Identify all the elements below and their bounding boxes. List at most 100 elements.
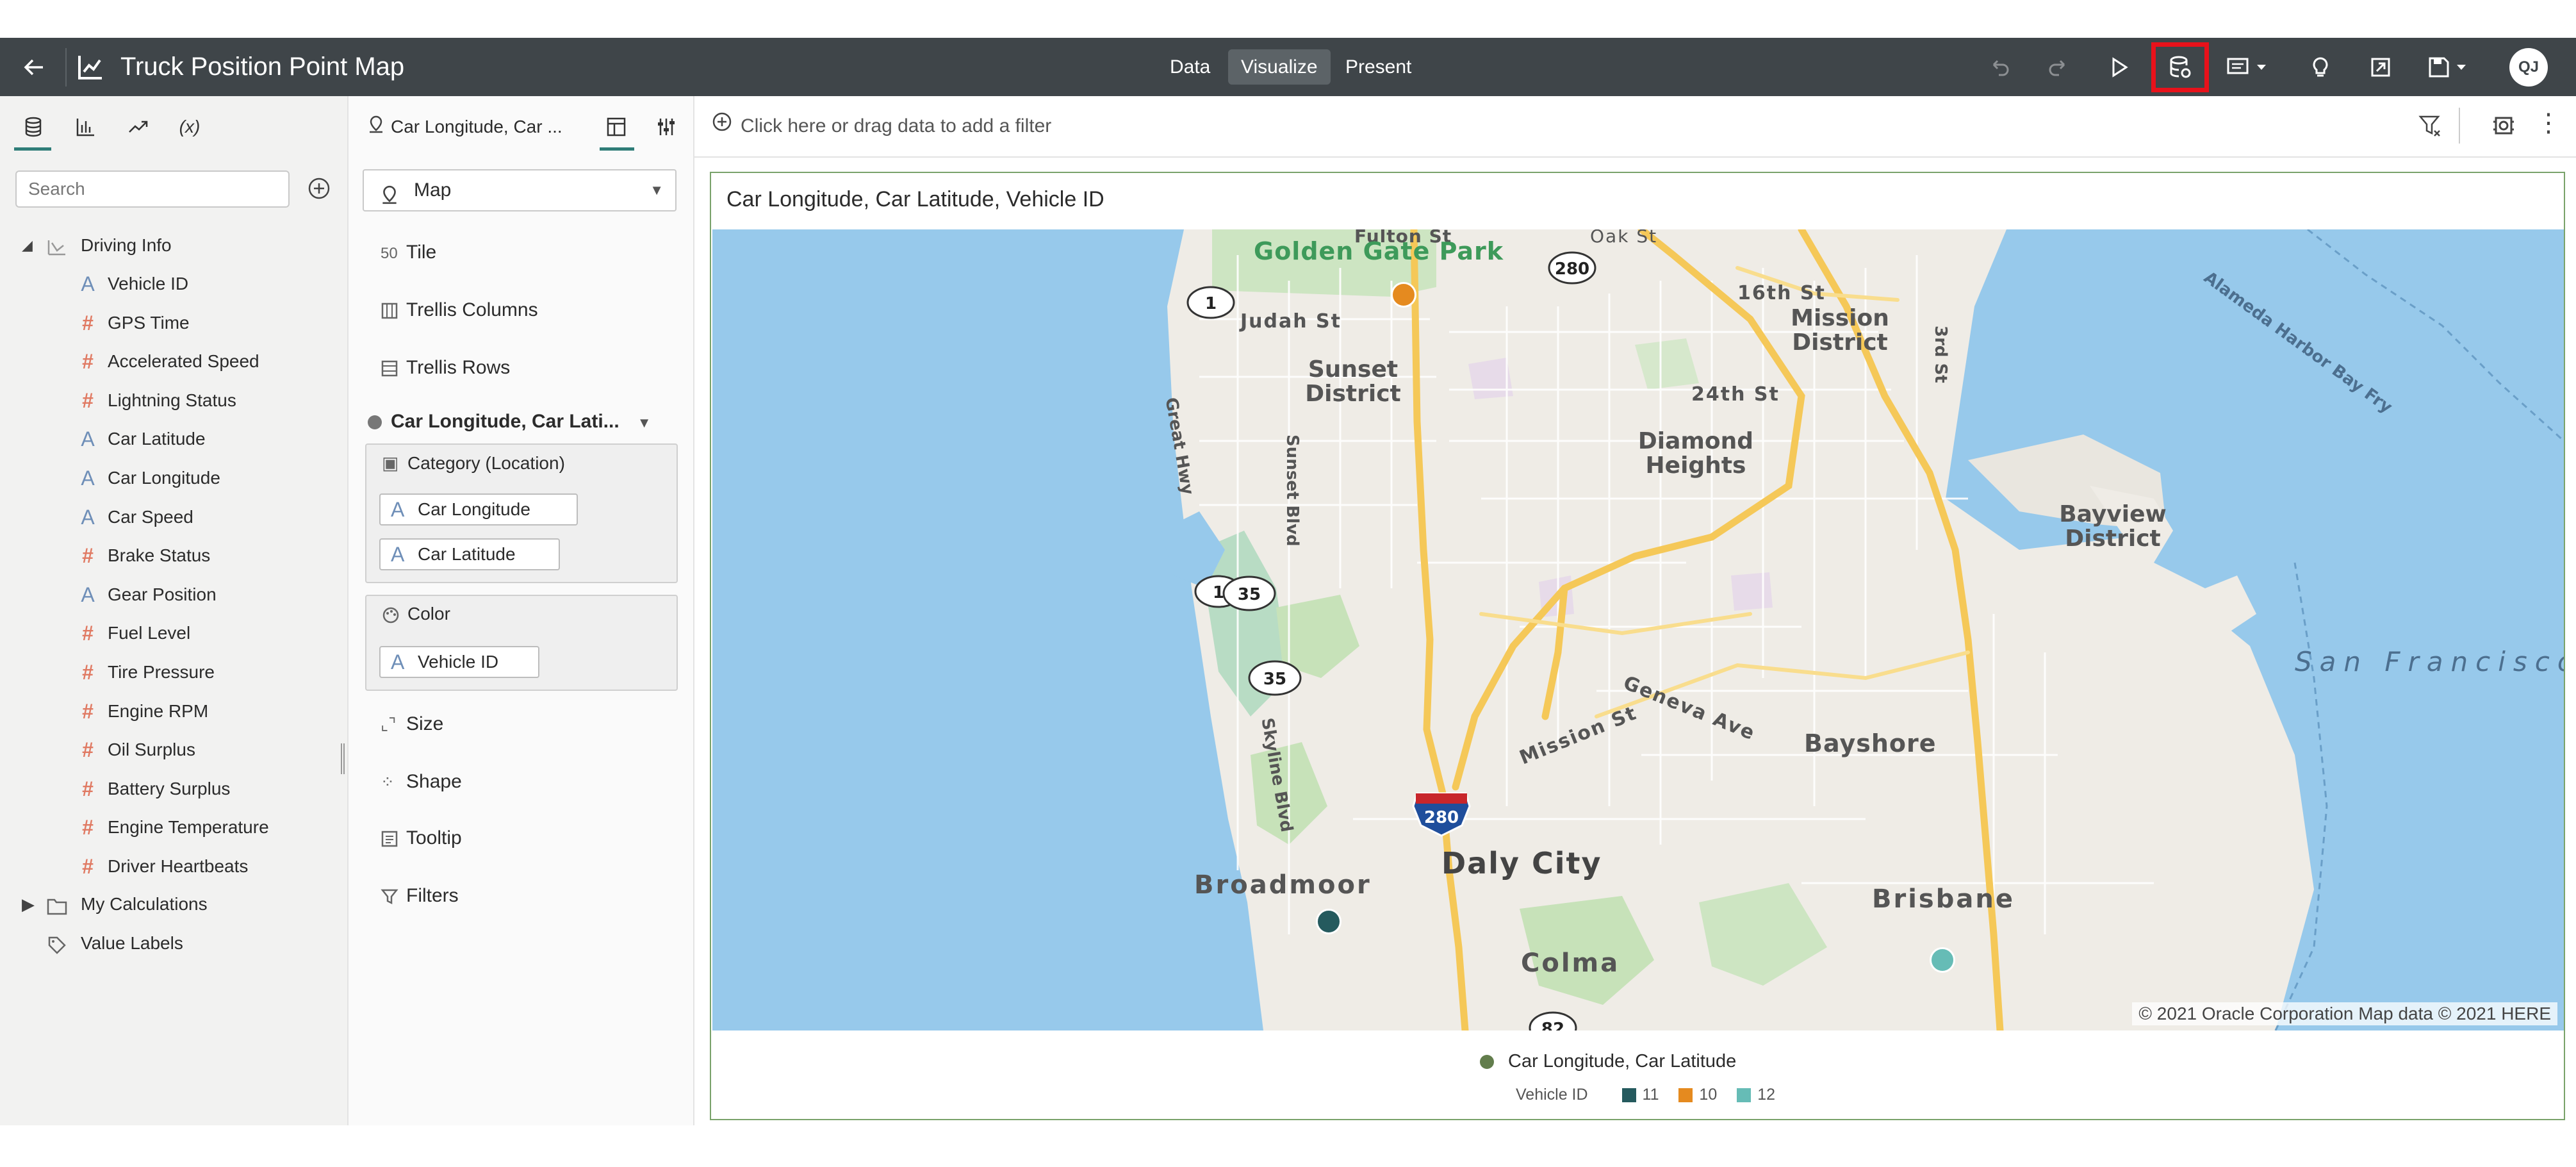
legend-layer: Car Longitude, Car Latitude [1480,1051,1736,1072]
legend-color-title: Vehicle ID [1516,1086,1588,1104]
field-label: Lightning Status [108,390,236,410]
map-point-vehicle-12[interactable] [1930,947,1955,973]
dataset-driving-info[interactable]: ◢ Driving Info [0,228,346,263]
drop-target-shape[interactable]: ⁘ Shape [381,763,462,801]
viz-type-select[interactable]: Map ▼ [363,169,677,211]
save-icon[interactable] [2424,51,2475,84]
drop-target-trellis-rows[interactable]: Trellis Rows [381,349,510,387]
tab-present[interactable]: Present [1333,49,1424,85]
drop-target-trellis-columns[interactable]: Trellis Columns [381,291,538,329]
user-avatar[interactable]: QJ [2509,48,2548,87]
map-basemap: 280 1 1 35 35 280 82 [1161,229,2564,1030]
grammar-tab-icon[interactable] [600,110,633,144]
visualization-card[interactable]: Car Longitude, Car Latitude, Vehicle ID [710,172,2565,1120]
field-item[interactable]: A Gear Position [0,577,346,613]
field-item[interactable]: # Oil Surplus [0,732,346,768]
layer-section-header[interactable]: Car Longitude, Car Lati... ▼ [368,402,651,441]
undo-icon[interactable] [1982,51,2015,84]
canvas-properties-icon[interactable] [2491,113,2516,142]
map-label-sunset-district: Sunset District [1305,356,1401,407]
field-label: Tire Pressure [108,662,215,682]
measure-hash-icon: # [82,544,94,568]
map-point-vehicle-11[interactable] [1316,909,1341,934]
field-item[interactable]: A Car Speed [0,499,346,535]
comment-icon[interactable] [2223,51,2274,84]
properties-tab-icon[interactable] [650,110,683,144]
field-label: Brake Status [108,545,211,566]
pill-car-latitude[interactable]: A Car Latitude [379,538,560,570]
field-item[interactable]: # Fuel Level [0,615,346,651]
field-item[interactable]: # Driver Heartbeats [0,848,346,884]
search-input[interactable]: Search [15,170,290,208]
color-dropzone[interactable]: Color A Vehicle ID [365,595,678,691]
active-tab-underline [14,147,51,151]
calculations-icon[interactable]: (x) [170,110,209,144]
tile-label: Tile [406,242,437,263]
filter-settings-icon[interactable] [2418,113,2443,142]
map-label-daly-city: Daly City [1441,846,1602,881]
field-item[interactable]: # Brake Status [0,538,346,574]
my-calculations-folder[interactable]: ▶ My Calculations [0,886,346,922]
drop-target-filters[interactable]: Filters [381,877,459,915]
value-labels-item[interactable]: Value Labels [0,925,346,961]
measure-hash-icon: # [82,855,94,878]
pill-car-longitude[interactable]: A Car Longitude [379,493,578,526]
svg-text:1: 1 [1205,294,1217,313]
measure-hash-icon: # [82,388,94,412]
tab-visualize[interactable]: Visualize [1228,49,1331,85]
expand-caret-icon[interactable]: ◢ [22,228,37,263]
map-point-vehicle-10[interactable] [1391,282,1416,308]
preview-play-icon[interactable] [2103,51,2136,84]
field-item[interactable]: # Engine RPM [0,693,346,729]
field-item[interactable]: A Vehicle ID [0,266,346,302]
legend-label-10: 10 [1699,1086,1718,1104]
workbook-chart-icon [76,53,105,82]
map-label-sunset-blvd: Sunset Blvd [1283,435,1302,547]
insights-lightbulb-icon[interactable] [2304,51,2337,84]
svg-text:280: 280 [1555,260,1589,279]
field-item[interactable]: # Battery Surplus [0,771,346,807]
map-label-mission-district: Mission District [1791,305,1889,356]
map-label-bayshore: Bayshore [1804,729,1937,757]
field-label: Vehicle ID [108,274,189,294]
field-item[interactable]: # Accelerated Speed [0,343,346,379]
redo-icon[interactable] [2042,51,2076,84]
field-item[interactable]: # Lightning Status [0,383,346,418]
drop-target-size[interactable]: ⌞⌝ Size [381,705,443,743]
map-label-oak: Oak St [1590,229,1658,247]
field-item[interactable]: # Tire Pressure [0,654,346,690]
data-icon[interactable] [14,110,53,144]
drop-target-tooltip[interactable]: Tooltip [381,819,462,857]
tab-data[interactable]: Data [1157,49,1223,85]
more-options-icon[interactable]: ⋮ [2536,110,2561,136]
pill-vehicle-id[interactable]: A Vehicle ID [379,646,539,678]
add-dataset-icon[interactable] [306,176,332,201]
attribute-icon: A [391,650,405,674]
back-arrow-icon[interactable] [12,38,56,96]
tag-icon [46,925,68,961]
drop-target-tile[interactable]: 50 Tile [381,233,436,272]
visualizations-icon[interactable] [67,110,105,144]
shape-icon: ⁘ [381,772,395,791]
layer-header[interactable]: Car Longitude, Car ... [366,110,562,144]
field-item[interactable]: A Car Longitude [0,460,346,496]
field-label: GPS Time [108,312,190,333]
filter-icon [381,877,406,915]
legend-swatch-12 [1737,1088,1752,1103]
measure-hash-icon: # [82,350,94,374]
field-item[interactable]: # Engine Temperature [0,809,346,845]
category-location-dropzone[interactable]: ▣ Category (Location) A Car Longitude A Car… [365,443,678,583]
analytics-icon[interactable] [119,110,158,144]
measure-hash-icon: # [82,777,94,800]
expand-caret-icon[interactable]: ▶ [22,886,37,922]
map-canvas[interactable]: 280 1 1 35 35 280 82 Fulton St Golden Ga… [712,229,2564,1030]
legend-swatch-11 [1621,1088,1636,1103]
export-icon[interactable] [2364,51,2397,84]
chevron-down-icon: ▼ [650,182,664,198]
field-item[interactable]: A Car Latitude [0,421,346,457]
add-filter-prompt[interactable]: Click here or drag data to add a filter [711,96,1051,156]
svg-text:1: 1 [1213,583,1224,602]
size-icon: ⌞⌝ [381,715,397,734]
chevron-down-icon[interactable]: ▼ [637,415,652,431]
field-item[interactable]: # GPS Time [0,305,346,341]
